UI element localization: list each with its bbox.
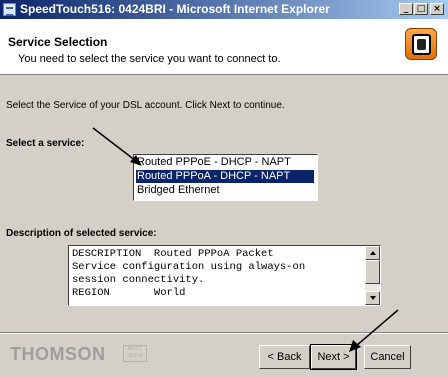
back-button[interactable]: < Back	[259, 345, 310, 369]
wizard-header: Service Selection You need to select the…	[0, 19, 448, 75]
arrow-up-icon	[370, 251, 376, 255]
service-option-bridged[interactable]: Bridged Ethernet	[136, 184, 314, 197]
scroll-up-button[interactable]	[365, 246, 380, 260]
multimedia-logo-mark: MULTI MEDIA	[123, 345, 147, 362]
scroll-down-button[interactable]	[365, 291, 380, 305]
instruction-text: Select the Service of your DSL account. …	[6, 100, 285, 111]
service-description-box[interactable]: DESCRIPTION Routed PPPoA Packet Service …	[68, 245, 381, 306]
page-subtitle: You need to select the service you want …	[18, 53, 281, 65]
service-listbox[interactable]: Routed PPPoE - DHCP - NAPT Routed PPPoA …	[133, 154, 318, 201]
thomson-logo: THOMSON	[10, 344, 106, 364]
description-line: session connectivity.	[72, 274, 205, 286]
cancel-button[interactable]: Cancel	[364, 345, 411, 369]
wizard-window: SpeedTouch516: 0424BRI - Microsoft Inter…	[0, 0, 448, 377]
description-label: Description of selected service:	[6, 228, 157, 239]
page-title: Service Selection	[8, 35, 108, 49]
arrow-down-icon	[370, 296, 376, 300]
description-line: Service configuration using always-on	[72, 261, 306, 273]
description-line: DESCRIPTION Routed PPPoA Packet	[72, 248, 274, 260]
close-button[interactable]: ×	[430, 3, 444, 15]
service-label: Select a service:	[6, 138, 85, 149]
speedtouch-app-icon	[405, 28, 437, 60]
scroll-thumb[interactable]	[365, 260, 380, 284]
service-option-pppoa[interactable]: Routed PPPoA - DHCP - NAPT	[136, 170, 314, 183]
window-titlebar[interactable]: SpeedTouch516: 0424BRI - Microsoft Inter…	[0, 0, 448, 19]
maximize-button[interactable]: □	[414, 3, 428, 15]
description-scrollbar[interactable]	[365, 246, 380, 305]
description-line: REGION World	[72, 287, 186, 299]
ie-page-icon	[3, 3, 16, 16]
minimize-button[interactable]: _	[399, 3, 413, 15]
window-title: SpeedTouch516: 0424BRI - Microsoft Inter…	[20, 2, 330, 16]
next-button[interactable]: Next >	[310, 344, 357, 370]
footer-separator	[0, 332, 448, 334]
service-option-pppoe[interactable]: Routed PPPoE - DHCP - NAPT	[136, 156, 314, 169]
